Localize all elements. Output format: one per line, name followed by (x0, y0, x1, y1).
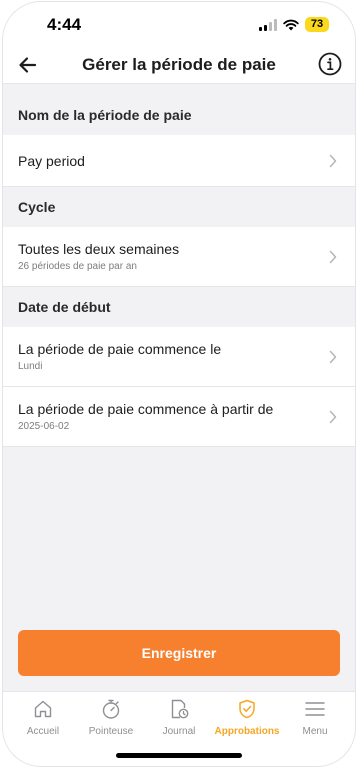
section-header-cycle: Cycle (3, 187, 355, 227)
tab-approbations[interactable]: Approbations (214, 698, 280, 737)
status-icons: 73 (259, 17, 329, 32)
top-app-bar: Gérer la période de paie (3, 46, 355, 84)
info-circle-icon[interactable] (317, 51, 343, 77)
row-title: La période de paie commence à partir de (18, 401, 274, 417)
shield-check-icon (239, 699, 255, 719)
hamburger-menu-icon (305, 702, 325, 716)
tab-label: Menu (302, 726, 328, 737)
row-start-date[interactable]: La période de paie commence à partir de … (3, 387, 355, 447)
chevron-right-icon (329, 250, 337, 263)
row-subtitle: 26 périodes de paie par an (18, 261, 137, 272)
status-time: 4:44 (47, 15, 82, 34)
chevron-right-icon (329, 154, 337, 167)
tab-pointeuse[interactable]: Pointeuse (78, 698, 144, 737)
row-title: La période de paie commence le (18, 341, 222, 357)
page-title: Gérer la période de paie (82, 55, 276, 74)
tab-label: Approbations (214, 726, 280, 737)
home-indicator (116, 753, 242, 758)
row-subtitle: Lundi (18, 361, 43, 372)
tab-accueil[interactable]: Accueil (10, 698, 76, 737)
cellular-signal-icon (259, 18, 277, 31)
wifi-icon (283, 19, 299, 30)
home-icon (34, 700, 52, 718)
row-title: Toutes les deux semaines (18, 241, 180, 257)
row-cycle[interactable]: Toutes les deux semaines 26 périodes de … (3, 227, 355, 287)
tab-label: Journal (162, 726, 196, 737)
stopwatch-icon (102, 699, 120, 719)
tab-label: Accueil (26, 726, 60, 737)
status-bar: 4:44 73 (3, 2, 355, 46)
row-start-weekday[interactable]: La période de paie commence le Lundi (3, 327, 355, 387)
tab-journal[interactable]: Journal (146, 698, 212, 737)
section-header-name: Nom de la période de paie (3, 95, 355, 135)
journal-clock-icon (171, 699, 189, 719)
section-header-start-date: Date de début (3, 287, 355, 327)
settings-list: Nom de la période de paie Pay period Cyc… (3, 95, 355, 447)
bottom-tab-bar: Accueil Pointeuse Journal Approbations M… (3, 691, 355, 766)
chevron-right-icon (329, 410, 337, 423)
tab-menu[interactable]: Menu (282, 698, 348, 737)
row-title: Pay period (18, 152, 85, 169)
row-subtitle: 2025-06-02 (18, 421, 70, 432)
tab-label: Pointeuse (88, 726, 134, 737)
phone-screen: 4:44 73 Gérer la période de paie Nom de … (3, 2, 355, 766)
row-pay-period-name[interactable]: Pay period (3, 135, 355, 187)
save-button[interactable]: Enregistrer (18, 630, 340, 676)
chevron-right-icon (329, 350, 337, 363)
battery-indicator: 73 (305, 17, 329, 32)
